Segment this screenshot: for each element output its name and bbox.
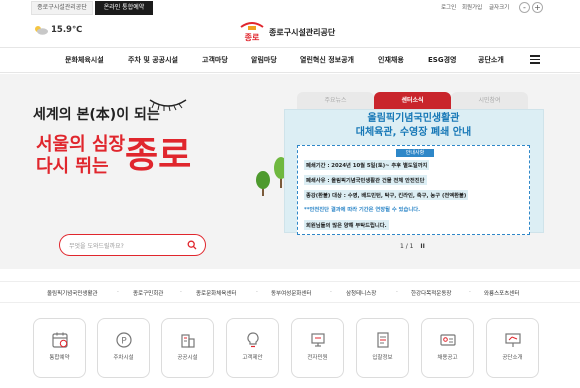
nav-culture-sports[interactable]: 문화체육시설: [65, 55, 104, 65]
quick-reservation-button[interactable]: 통합예약: [33, 318, 86, 378]
facility-link[interactable]: 종로문화체육센터: [196, 289, 236, 297]
quick-label: 공단소개: [502, 355, 523, 361]
quick-about-button[interactable]: 공단소개: [486, 318, 539, 378]
id-card-icon: [440, 334, 456, 346]
quick-label: 공공시설: [177, 355, 198, 361]
quick-parking-button[interactable]: P 주차시설: [97, 318, 150, 378]
logo-mark-icon: 종로: [240, 22, 264, 42]
nav-open-info[interactable]: 열린혁신 정보공개: [300, 55, 354, 65]
quick-label: 고객제안: [242, 355, 263, 361]
facility-link[interactable]: 삼청테니스장: [346, 289, 376, 297]
separator-dot: ·: [117, 289, 119, 296]
quick-label: 통합예약: [49, 355, 70, 361]
eyelash-decoration-icon: [149, 99, 187, 112]
nav-esg[interactable]: ESG경영: [428, 55, 456, 65]
parking-icon: P: [116, 332, 132, 348]
facility-link[interactable]: 동부여성문화센터: [271, 289, 311, 297]
notice-line-thanks: 회원님들의 많은 양해 부탁드립니다.: [304, 220, 389, 230]
notice-title-line2: 대체육관, 수영장 폐쇄 안내: [355, 127, 472, 138]
quick-bid-info-button[interactable]: 입찰정보: [356, 318, 409, 378]
nav-notice[interactable]: 알림마당: [251, 55, 277, 65]
menu-icon[interactable]: [530, 55, 540, 64]
calendar-icon: [52, 332, 68, 348]
pager-count: 1 / 1: [400, 243, 414, 250]
computer-icon: [311, 333, 325, 347]
separator-dot: ·: [330, 289, 332, 296]
notice-box-heading: 안내사항: [396, 149, 434, 157]
slogan-line1: 서울의 심장: [36, 134, 126, 155]
notice-box: 안내사항 폐쇄기간 : 2024년 10월 5일(토)~ 추후 별도일까지 폐쇄…: [297, 145, 530, 235]
separator-dot: ·: [256, 289, 258, 296]
nav-customer[interactable]: 고객마당: [202, 55, 228, 65]
tab-main-news[interactable]: 주요뉴스: [297, 92, 374, 109]
signup-link[interactable]: 회원가입: [462, 3, 482, 11]
slogan-jongno: 종로: [125, 134, 192, 176]
quick-e-petition-button[interactable]: 전자민원: [291, 318, 344, 378]
tab-site-home[interactable]: 종로구시설관리공단: [31, 1, 93, 15]
facility-link[interactable]: 올림픽기념국민생활관: [47, 289, 98, 297]
facility-link[interactable]: 한강다목적운동장: [411, 289, 451, 297]
closure-notice[interactable]: 올림픽기념국민생활관 대체육관, 수영장 폐쇄 안내 안내사항 폐쇄기간 : 2…: [297, 112, 530, 235]
notice-line-warning: **안전진단 결과에 따라 기간은 연장될 수 있습니다.: [304, 207, 421, 213]
nav-parking-public[interactable]: 주차 및 공공시설: [128, 55, 178, 65]
top-utility-bar: 종로구시설관리공단 온라인 통합예약 로그인 회원가입 글자크기 - +: [0, 0, 580, 16]
pause-button[interactable]: II: [420, 243, 424, 250]
quick-label: 채용공고: [437, 355, 458, 361]
notice-line-refund: 종강(환불) 대상 : 수영, 배드민턴, 탁구, 킨라인, 축구, 농구 (전…: [304, 190, 469, 200]
separator-dot: ·: [469, 289, 471, 296]
popup-tabs: 주요뉴스 센터소식 시민참여: [297, 92, 529, 109]
site-header: 15.9℃ 종로 종로구시설관리공단: [0, 16, 580, 46]
logo-text: 종로구시설관리공단: [269, 28, 336, 37]
notice-line-reason: 폐쇄사유 : 올림픽기념국민생활관 건물 전체 안전진단: [304, 175, 427, 185]
document-icon: [377, 332, 389, 348]
zoom-in-button[interactable]: +: [532, 2, 543, 13]
site-search[interactable]: 무엇을 도와드릴까요?: [59, 234, 206, 256]
building-icon: [181, 334, 195, 348]
hero-subtitle: 세계의 본(本)이 되는: [33, 107, 160, 123]
logo-mark-text: 종로: [245, 33, 260, 42]
site-logo[interactable]: 종로 종로구시설관리공단: [238, 21, 338, 43]
quick-label: 전자민원: [307, 355, 328, 361]
login-link[interactable]: 로그인: [441, 3, 456, 11]
slogan-line2: 다시 뛰는: [36, 156, 109, 177]
notice-line-period: 폐쇄기간 : 2024년 10월 5일(토)~ 추후 별도일까지: [304, 160, 430, 170]
nav-recruit[interactable]: 인재채용: [378, 55, 404, 65]
quick-label: 입찰정보: [372, 355, 393, 361]
tab-online-reservation[interactable]: 온라인 통합예약: [95, 1, 153, 15]
tab-citizen[interactable]: 시민참여: [451, 92, 528, 109]
facility-link[interactable]: 종로구민회관: [133, 289, 163, 297]
zoom-out-button[interactable]: -: [519, 2, 530, 13]
quick-public-facility-button[interactable]: 공공시설: [161, 318, 214, 378]
lightbulb-icon: [247, 332, 259, 348]
search-icon[interactable]: [187, 240, 197, 250]
temperature: 15.9℃: [51, 25, 83, 35]
facility-link[interactable]: 와룡스포츠센터: [484, 289, 519, 297]
svg-text:P: P: [121, 337, 127, 347]
quick-recruit-button[interactable]: 채용공고: [421, 318, 474, 378]
facility-links: 올림픽기념국민생활관 · 종로구민회관 · 종로문화체육센터 · 동부여성문화센…: [0, 281, 580, 303]
main-navigation: 문화체육시설 주차 및 공공시설 고객마당 알림마당 열린혁신 정보공개 인재채…: [0, 47, 580, 73]
separator-dot: ·: [396, 289, 398, 296]
presentation-icon: [505, 333, 521, 347]
cloud-sun-icon: [35, 26, 48, 35]
search-input[interactable]: 무엇을 도와드릴까요?: [69, 241, 124, 250]
font-size-label: 글자크기: [489, 5, 510, 11]
quick-suggestion-button[interactable]: 고객제안: [226, 318, 279, 378]
popup-pager: 1 / 1 II: [400, 243, 425, 250]
nav-about[interactable]: 공단소개: [478, 55, 504, 65]
quick-label: 주차시설: [113, 355, 134, 361]
notice-title-line1: 올림픽기념국민생활관: [367, 113, 460, 124]
separator-dot: ·: [180, 289, 182, 296]
tab-center-news[interactable]: 센터소식: [374, 92, 451, 109]
